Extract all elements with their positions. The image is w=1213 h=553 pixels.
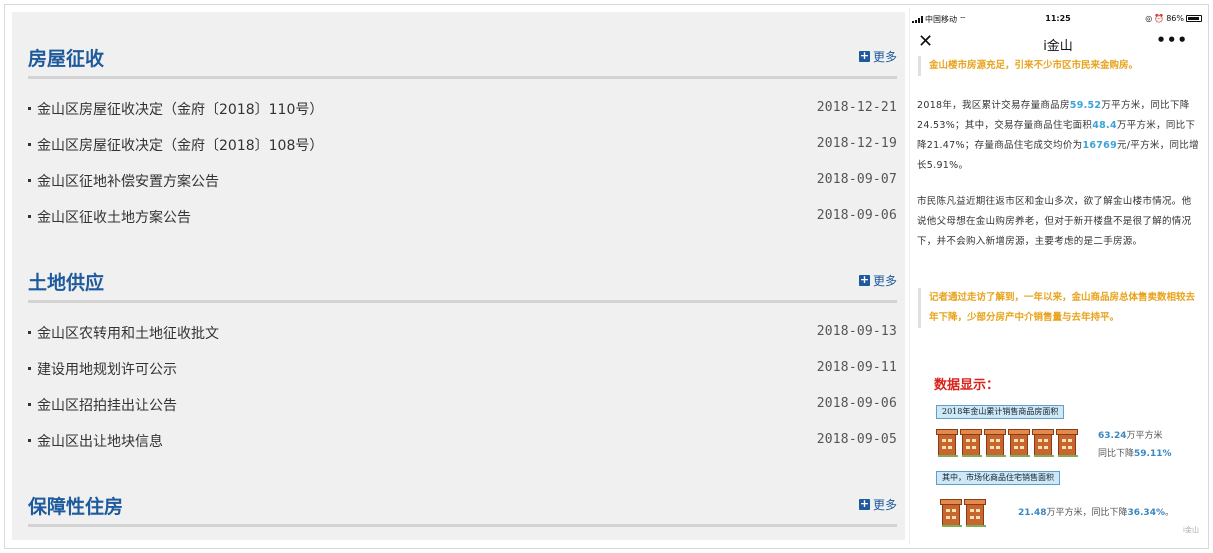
item-date: 2018-09-07 [816,172,897,187]
bullet-icon [28,143,31,146]
section-house-expropriation: 房屋征收 + 更多 金山区房屋征收决定（金府〔2018〕110号） 2018-12… [12,40,905,226]
stat-line: 同比下降59.11% [1098,446,1172,459]
item-title[interactable]: 金山区征地补偿安置方案公告 [37,171,219,191]
bullet-icon [28,403,31,406]
stat-value: 21.48 [1018,508,1047,518]
alarm-icon: ⏰ [1154,14,1165,23]
more-link[interactable]: + 更多 [858,272,897,289]
article-paragraph: 市民陈凡益近期往返市区和金山多次，欲了解金山楼市情况。他说他父母想在金山购房养老… [917,196,1192,247]
list-item[interactable]: 金山区农转用和土地征收批文 2018-09-13 [12,322,905,358]
section-header: 保障性住房 + 更多 [12,488,905,528]
list-item[interactable]: 建设用地规划许可公示 2018-09-11 [12,358,905,394]
stat-unit: 万平方米，同比下降 [1046,508,1128,518]
list-item[interactable]: 金山区出让地块信息 2018-09-05 [12,430,905,466]
item-title[interactable]: 金山区招拍挂出让公告 [37,395,177,415]
item-date: 2018-09-11 [816,360,897,375]
status-bar: 中国移动 ⌔ 11:25 ◎ ⏰ 86% [910,8,1205,28]
section-affordable-housing: 保障性住房 + 更多 [12,488,905,528]
article-quote: 金山楼市房源充足，引来不少市区市民来金购房。 [918,56,1200,76]
section-title: 保障性住房 [28,496,124,518]
stat-text: 。 [1164,508,1174,518]
item-title[interactable]: 金山区征收土地方案公告 [37,207,191,227]
building-icon [936,426,958,457]
list-item[interactable]: 金山区房屋征收决定（金府〔2018〕110号） 2018-12-21 [12,98,905,134]
section-divider [28,524,897,527]
battery-icon [1186,15,1202,22]
item-title[interactable]: 金山区房屋征收决定（金府〔2018〕110号） [37,99,323,119]
building-icon [1008,426,1030,457]
building-icon [964,496,986,527]
item-date: 2018-12-19 [816,136,897,151]
data-heading: 数据显示： [934,378,1000,393]
highlight-value: 48.4 [1092,120,1117,131]
building-icon [1032,426,1054,457]
item-date: 2018-09-06 [816,208,897,223]
section-header: 房屋征收 + 更多 [12,40,905,80]
stat-text: 同比下降 [1098,449,1135,459]
bullet-icon [28,367,31,370]
watermark: i金山 [1183,526,1199,534]
phone-article-panel: 中国移动 ⌔ 11:25 ◎ ⏰ 86% ✕ i金山 ••• 金山楼市房源充足，… [909,8,1205,545]
section-title: 房屋征收 [28,48,105,70]
item-date: 2018-12-21 [816,100,897,115]
stat-line: 21.48万平方米，同比下降36.34%。 [1018,505,1174,518]
infographic-tag: 2018年金山累计销售商品房面积 [936,405,1065,419]
plus-icon: + [858,497,870,510]
section-divider [28,300,897,303]
section-header: 土地供应 + 更多 [12,264,905,304]
more-label: 更多 [872,498,897,512]
more-label: 更多 [872,274,897,288]
more-link[interactable]: + 更多 [858,496,897,513]
bullet-icon [28,331,31,334]
bullet-icon [28,215,31,218]
news-list: 金山区房屋征收决定（金府〔2018〕110号） 2018-12-21 金山区房屋征… [12,98,905,242]
battery-info: ◎ ⏰ 86% [1145,14,1202,23]
more-link[interactable]: + 更多 [858,48,897,65]
section-land-supply: 土地供应 + 更多 金山区农转用和土地征收批文 2018-09-13 建设用地规划… [12,264,905,450]
stat-percent: 59.11% [1134,449,1172,459]
list-item[interactable]: 金山区征地补偿安置方案公告 2018-09-07 [12,170,905,206]
content-panel: 房屋征收 + 更多 金山区房屋征收决定（金府〔2018〕110号） 2018-12… [12,12,905,540]
bullet-icon [28,107,31,110]
lock-rotation-icon: ◎ [1145,14,1153,23]
bullet-icon [28,179,31,182]
highlight-value: 59.52 [1069,100,1102,111]
news-list: 金山区农转用和土地征收批文 2018-09-13 建设用地规划许可公示 2018-0… [12,322,905,466]
more-label: 更多 [872,50,897,64]
article-quote: 记者通过走访了解到，一年以来，金山商品房总体售卖数相较去年下降，少部分房产中介销… [918,288,1200,328]
para-text: 2018年，我区累计交易存量商品房 [917,100,1070,111]
plus-icon: + [858,49,870,62]
item-date: 2018-09-06 [816,396,897,411]
building-icons [936,426,1078,457]
building-icon [1056,426,1078,457]
item-title[interactable]: 金山区房屋征收决定（金府〔2018〕108号） [37,135,323,155]
nav-bar: ✕ i金山 ••• [910,30,1205,56]
highlight-value: 16769 [1082,140,1117,151]
list-item[interactable]: 金山区征收土地方案公告 2018-09-06 [12,206,905,242]
item-title[interactable]: 金山区出让地块信息 [37,431,163,451]
building-icon [940,496,962,527]
section-title: 土地供应 [28,272,105,294]
stat-unit: 万平方米 [1126,431,1163,441]
stat-value: 63.24 [1098,431,1127,441]
item-title[interactable]: 金山区农转用和土地征收批文 [37,323,219,343]
plus-icon: + [858,273,870,286]
item-title[interactable]: 建设用地规划许可公示 [37,359,177,379]
item-date: 2018-09-05 [816,432,897,447]
building-icons [940,496,986,527]
article-paragraph: 2018年，我区累计交易存量商品房59.52万平方米，同比下降24.53%；其中… [917,96,1199,176]
building-icon [960,426,982,457]
section-divider [28,76,897,79]
item-date: 2018-09-13 [816,324,897,339]
battery-percent: 86% [1166,14,1184,23]
more-options-icon[interactable]: ••• [1156,31,1188,49]
stat-line: 63.24万平方米 [1098,428,1162,441]
building-icon [984,426,1006,457]
list-item[interactable]: 金山区房屋征收决定（金府〔2018〕108号） 2018-12-19 [12,134,905,170]
list-item[interactable]: 金山区招拍挂出让公告 2018-09-06 [12,394,905,430]
bullet-icon [28,439,31,442]
stat-percent: 36.34% [1127,508,1165,518]
infographic-tag: 其中，市场化商品住宅销售面积 [936,471,1060,485]
